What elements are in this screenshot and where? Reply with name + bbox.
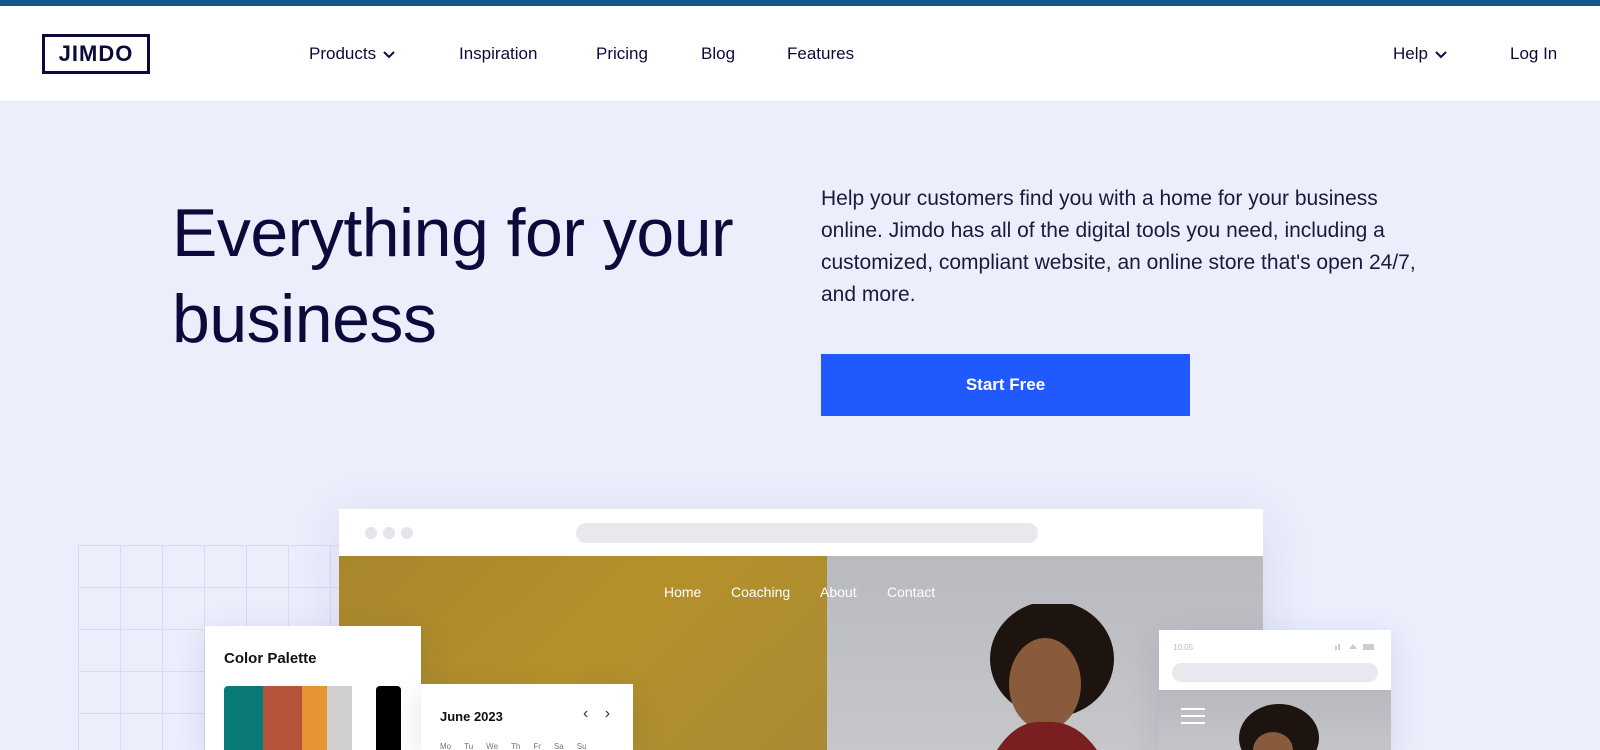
hero-title-line2: business [172,281,437,357]
window-dot [383,527,395,539]
site-nav-about: About [820,584,857,600]
weekday-label: Tu [464,742,474,750]
palette-swatch [327,686,352,750]
hero-title-line1: Everything for your [172,195,734,271]
palette-swatch [302,686,327,750]
browser-url-bar [576,523,1038,543]
weekday-label: Su [576,742,587,750]
login-label: Log In [1510,44,1558,63]
weekday-label: We [486,742,499,750]
nav-products[interactable]: Products [309,44,396,64]
person-photo [990,604,1114,750]
weekday-label: Fr [533,742,541,750]
calendar-card: June 2023 ‹ › Mo Tu We Th Fr Sa Su [421,684,633,750]
site-nav-home: Home [664,584,702,600]
site-header: JIMDO Products Inspiration Pricing Blog … [0,6,1600,101]
weekday-label: Th [511,742,521,750]
nav-features[interactable]: Features [787,44,854,64]
nav-blog-label: Blog [701,44,736,63]
palette-swatch [224,686,263,750]
window-dot [365,527,377,539]
window-dot [401,527,413,539]
chevron-down-icon [1434,47,1448,61]
phone-url-bar [1172,663,1378,682]
start-free-button[interactable]: Start Free [821,354,1190,416]
browser-toolbar [339,509,1263,556]
nav-inspiration[interactable]: Inspiration [459,44,537,64]
calendar-nav-arrows: ‹ › [583,705,617,722]
mobile-mockup: 10:05 [1159,630,1391,750]
hero-description: Help your customers find you with a home… [821,187,1416,306]
nav-inspiration-label: Inspiration [459,44,538,63]
nav-features-label: Features [787,44,855,63]
calendar-month: June 2023 [440,709,503,724]
jimdo-logo[interactable]: JIMDO [42,34,150,74]
menu-icon [1181,708,1205,724]
nav-pricing-label: Pricing [596,44,648,63]
login-link[interactable]: Log In [1510,44,1557,64]
weekday-label: Sa [553,742,564,750]
palette-title: Color Palette [224,650,317,667]
nav-pricing[interactable]: Pricing [596,44,648,64]
chevron-down-icon [382,47,396,61]
phone-status-icons [1335,644,1374,650]
palette-swatch [263,686,302,750]
palette-swatch [376,686,401,750]
nav-help-label: Help [1393,44,1428,63]
calendar-weekdays: Mo Tu We Th Fr Sa Su [440,742,587,750]
nav-products-label: Products [309,44,377,63]
site-nav-coaching: Coaching [731,584,791,600]
weekday-label: Mo [440,742,452,750]
nav-blog[interactable]: Blog [701,44,735,64]
phone-status-time: 10:05 [1173,643,1194,652]
hero-title: Everything for your business [172,190,812,362]
nav-help[interactable]: Help [1393,44,1448,64]
color-palette-card: Color Palette [205,626,421,750]
site-nav-contact: Contact [887,584,936,600]
